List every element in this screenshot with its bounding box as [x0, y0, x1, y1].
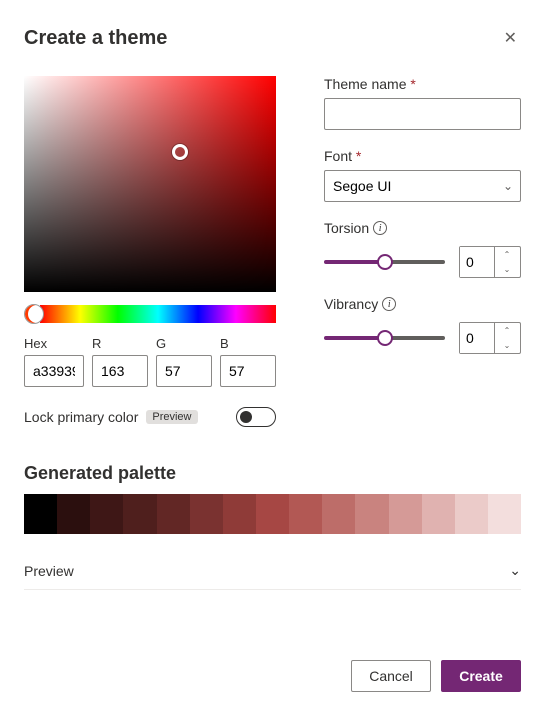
palette-swatch	[355, 494, 388, 534]
palette-swatch	[389, 494, 422, 534]
palette-swatch	[90, 494, 123, 534]
palette-swatch	[289, 494, 322, 534]
palette-swatch	[57, 494, 90, 534]
hue-slider[interactable]	[40, 305, 276, 323]
dialog-title: Create a theme	[24, 27, 167, 50]
palette-swatch	[157, 494, 190, 534]
close-icon: ✕	[504, 30, 517, 47]
palette-swatch	[123, 494, 156, 534]
torsion-spinbox[interactable]: ⌃ ⌄	[459, 246, 521, 278]
lock-primary-toggle[interactable]	[236, 407, 276, 427]
preview-accordion[interactable]: Preview ⌄	[24, 552, 521, 590]
torsion-label: Torsion	[324, 220, 369, 236]
torsion-value[interactable]	[460, 247, 494, 277]
lock-primary-label: Lock primary color	[24, 409, 138, 425]
vibrancy-spinbox[interactable]: ⌃ ⌄	[459, 322, 521, 354]
chevron-down-icon: ⌄	[509, 562, 521, 579]
torsion-up[interactable]: ⌃	[495, 247, 519, 262]
palette-swatch	[190, 494, 223, 534]
b-input[interactable]	[220, 355, 276, 387]
create-button[interactable]: Create	[441, 660, 521, 692]
preview-badge: Preview	[146, 410, 197, 424]
info-icon[interactable]: i	[382, 297, 396, 311]
hue-handle[interactable]	[24, 304, 44, 324]
theme-name-label: Theme name *	[324, 76, 521, 92]
palette-swatch	[24, 494, 57, 534]
torsion-down[interactable]: ⌄	[495, 262, 519, 277]
font-select[interactable]	[324, 170, 521, 202]
palette-swatch	[488, 494, 521, 534]
generated-palette-title: Generated palette	[24, 463, 521, 484]
saturation-value-area[interactable]	[24, 76, 276, 292]
hex-label: Hex	[24, 336, 84, 351]
palette-swatch	[223, 494, 256, 534]
generated-palette	[24, 494, 521, 534]
vibrancy-down[interactable]: ⌄	[495, 338, 519, 353]
close-button[interactable]: ✕	[500, 24, 521, 52]
r-label: R	[92, 336, 148, 351]
sv-handle[interactable]	[172, 144, 188, 160]
g-input[interactable]	[156, 355, 212, 387]
palette-swatch	[322, 494, 355, 534]
cancel-button[interactable]: Cancel	[351, 660, 431, 692]
info-icon[interactable]: i	[373, 221, 387, 235]
vibrancy-up[interactable]: ⌃	[495, 323, 519, 338]
preview-label: Preview	[24, 563, 74, 579]
r-input[interactable]	[92, 355, 148, 387]
palette-swatch	[256, 494, 289, 534]
theme-name-input[interactable]	[324, 98, 521, 130]
vibrancy-label: Vibrancy	[324, 296, 378, 312]
b-label: B	[220, 336, 276, 351]
font-label: Font *	[324, 148, 521, 164]
hex-input[interactable]	[24, 355, 84, 387]
g-label: G	[156, 336, 212, 351]
palette-swatch	[455, 494, 488, 534]
palette-swatch	[422, 494, 455, 534]
vibrancy-slider[interactable]	[324, 330, 445, 346]
torsion-slider[interactable]	[324, 254, 445, 270]
vibrancy-value[interactable]	[460, 323, 494, 353]
